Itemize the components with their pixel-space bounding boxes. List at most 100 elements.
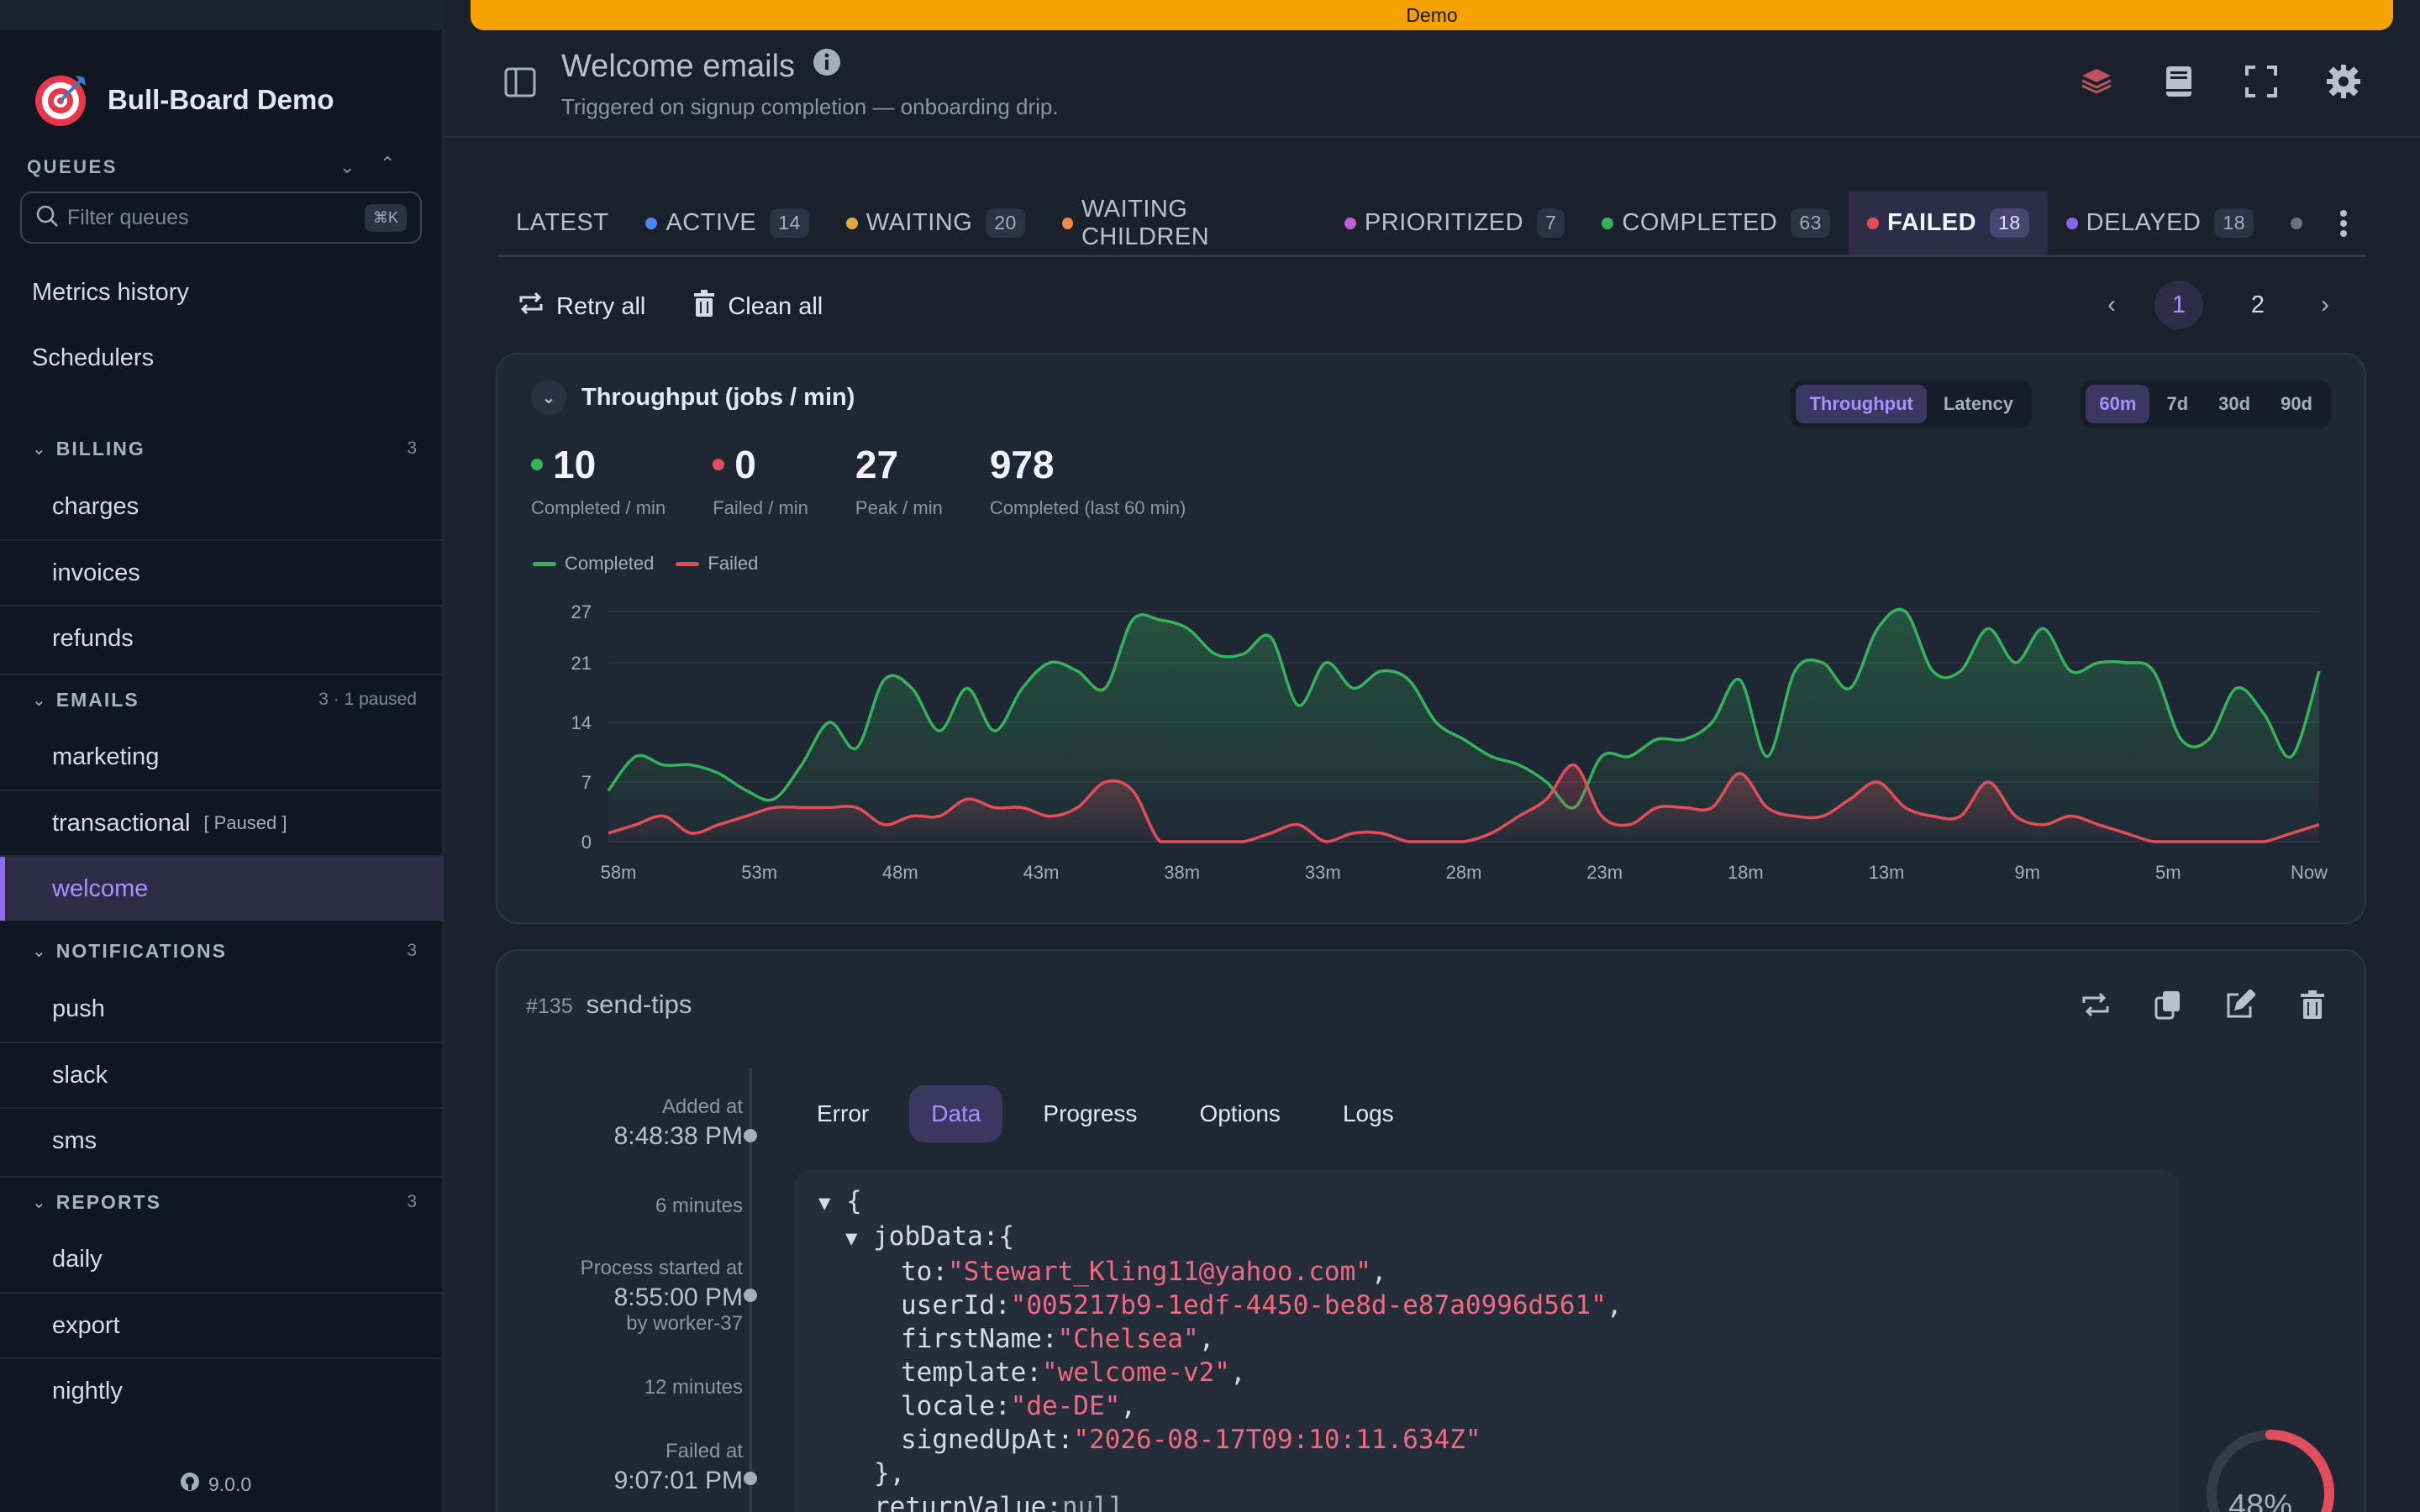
sidebar-item-slack[interactable]: slack xyxy=(0,1042,444,1107)
copy-icon[interactable] xyxy=(2153,990,2183,1020)
info-icon[interactable] xyxy=(812,47,842,86)
tab-count: 14 xyxy=(770,208,809,238)
docs-book-icon[interactable] xyxy=(2161,64,2196,99)
timeline-duration: 6 minutes xyxy=(655,1194,743,1217)
expand-toggle-icon[interactable]: ▼ xyxy=(845,1226,857,1250)
tab-progress[interactable]: Progress xyxy=(1021,1085,1159,1142)
json-key: firstName: xyxy=(901,1324,1058,1354)
tab-options[interactable]: Options xyxy=(1177,1085,1302,1142)
version-link[interactable]: 9.0.0 xyxy=(180,1472,251,1497)
sidebar-item-invoices[interactable]: invoices xyxy=(0,539,444,605)
sidebar-toggle-icon[interactable] xyxy=(504,67,536,97)
tab-error[interactable]: Error xyxy=(795,1085,891,1142)
job-card: #135 send-tips Added at 8:48:38 PM 6 min… xyxy=(496,949,2366,1512)
job-detail-tabs: Error Data Progress Options Logs xyxy=(795,1085,1416,1142)
clean-all-button[interactable]: Clean all xyxy=(692,289,823,324)
version-label: 9.0.0 xyxy=(208,1473,252,1495)
timeline-started: Process started at 8:55:00 PM by worker-… xyxy=(581,1257,743,1336)
job-actions xyxy=(2081,988,2328,1020)
tab-failed[interactable]: FAILED 18 xyxy=(1848,192,2048,255)
schedulers-link[interactable]: Schedulers xyxy=(32,344,154,372)
sidebar-item-daily[interactable]: daily xyxy=(0,1226,444,1292)
sidebar-item-transactional[interactable]: transactional [ Paused ] xyxy=(0,790,444,855)
y-tick-label: 14 xyxy=(571,712,592,733)
delete-trash-icon[interactable] xyxy=(2297,990,2328,1020)
group-header-reports[interactable]: ⌄ REPORTS 3 xyxy=(0,1176,444,1226)
tab-overflow-menu-icon[interactable] xyxy=(2321,192,2366,255)
group-count: 3 · 1 paused xyxy=(318,690,417,709)
tab-count: 18 xyxy=(1990,208,2029,238)
tab-active[interactable]: ACTIVE 14 xyxy=(627,192,827,255)
next-page-chevron-right-icon[interactable]: › xyxy=(2312,281,2338,329)
sidebar-item-sms[interactable]: sms xyxy=(0,1107,444,1173)
tab-delayed[interactable]: DELAYED 18 xyxy=(2048,192,2272,255)
group-count: 3 xyxy=(407,941,417,960)
sidebar-item-export[interactable]: export xyxy=(0,1292,444,1357)
sidebar-item-charges[interactable]: charges xyxy=(0,474,444,539)
redis-icon[interactable] xyxy=(2079,64,2114,99)
settings-gear-icon[interactable] xyxy=(2326,64,2361,99)
brand[interactable]: Bull-Board Demo xyxy=(32,71,334,129)
sidebar-item-refunds[interactable]: refunds xyxy=(0,605,444,670)
json-close-line: }, xyxy=(818,1457,2178,1490)
bulk-actions: Retry all Clean all xyxy=(518,289,823,324)
timeline-label: Process started at xyxy=(580,1257,743,1279)
retry-job-icon[interactable] xyxy=(2081,990,2111,1020)
y-tick-label: 7 xyxy=(581,772,592,793)
tab-completed[interactable]: COMPLETED 63 xyxy=(1583,192,1849,255)
queue-title: Welcome emails xyxy=(561,48,796,84)
tab-waiting-children[interactable]: WAITING CHILDREN xyxy=(1044,192,1326,255)
page-2-button[interactable]: 2 xyxy=(2233,281,2282,329)
throughput-chart: 0 7 14 21 27 58m 53m 48m 43m 38m 33m 28m 23m 18m 13m 9m… xyxy=(571,601,2328,883)
sidebar-item-push[interactable]: push xyxy=(0,976,444,1042)
group-header-billing[interactable]: ⌄ BILLING 3 xyxy=(0,423,444,474)
sidebar-item-marketing[interactable]: marketing xyxy=(0,724,444,790)
tab-data[interactable]: Data xyxy=(909,1085,1003,1142)
tab-label: ACTIVE xyxy=(666,209,757,236)
clean-all-label: Clean all xyxy=(728,292,823,320)
group-header-emails[interactable]: ⌄ EMAILS 3 · 1 paused xyxy=(0,674,444,724)
group-header-notifications[interactable]: ⌄ NOTIFICATIONS 3 xyxy=(0,926,444,976)
json-key: jobData: xyxy=(873,1221,999,1252)
sidebar-item-nightly[interactable]: nightly xyxy=(0,1357,444,1423)
x-tick-label: Now xyxy=(2291,862,2328,883)
queue-description: Triggered on signup completion — onboard… xyxy=(561,94,1059,119)
json-brace: { xyxy=(998,1221,1015,1252)
json-key: template: xyxy=(901,1357,1042,1388)
tab-latest[interactable]: LATEST xyxy=(497,192,627,255)
bullseye-logo-icon xyxy=(32,71,91,129)
page-1-button[interactable]: 1 xyxy=(2154,281,2203,329)
trash-icon xyxy=(692,289,716,324)
edit-icon[interactable] xyxy=(2225,988,2257,1020)
filter-queues-input[interactable] xyxy=(67,205,365,230)
prev-page-chevron-left-icon[interactable]: ‹ xyxy=(2099,281,2124,329)
json-value: "de-DE" xyxy=(1010,1391,1121,1421)
x-tick-label: 58m xyxy=(601,862,637,883)
tab-waiting[interactable]: WAITING 20 xyxy=(828,192,1044,255)
timeline-dot xyxy=(744,1472,757,1485)
sidebar-item-welcome[interactable]: welcome xyxy=(0,855,444,921)
x-tick-label: 48m xyxy=(882,862,918,883)
tab-count: 7 xyxy=(1537,208,1565,238)
x-tick-label: 43m xyxy=(1023,862,1060,883)
tab-label: WAITING xyxy=(865,209,973,236)
expand-toggle-icon[interactable]: ▼ xyxy=(818,1191,830,1215)
fullscreen-icon[interactable] xyxy=(2244,64,2279,99)
queue-group-emails: ⌄ EMAILS 3 · 1 paused marketing transacti… xyxy=(0,674,444,921)
tab-logs[interactable]: Logs xyxy=(1321,1085,1416,1142)
tab-label: FAILED xyxy=(1886,209,1977,236)
json-value: "005217b9-1edf-4450-be8d-e87a0996d561" xyxy=(1010,1290,1607,1320)
x-tick-label: 38m xyxy=(1164,862,1200,883)
status-tabs: LATEST ACTIVE 14 WAITING 20 WAITING CHILDR… xyxy=(497,192,2366,257)
timeline-duration: 12 minutes xyxy=(644,1376,743,1399)
job-header: #135 send-tips xyxy=(526,990,692,1020)
tab-prioritized[interactable]: PRIORITIZED 7 xyxy=(1326,192,1583,255)
y-tick-label: 27 xyxy=(571,601,592,622)
collapse-all-chevron-down-icon[interactable]: ⌄ xyxy=(339,156,355,178)
tab-more-statuses[interactable] xyxy=(2272,192,2321,255)
filter-queues-field[interactable]: ⌘K xyxy=(20,192,422,244)
metrics-history-link[interactable]: Metrics history xyxy=(32,279,189,307)
group-count: 3 xyxy=(407,438,417,458)
expand-all-chevron-up-icon[interactable]: ⌃ xyxy=(380,153,395,175)
retry-all-button[interactable]: Retry all xyxy=(518,289,645,324)
